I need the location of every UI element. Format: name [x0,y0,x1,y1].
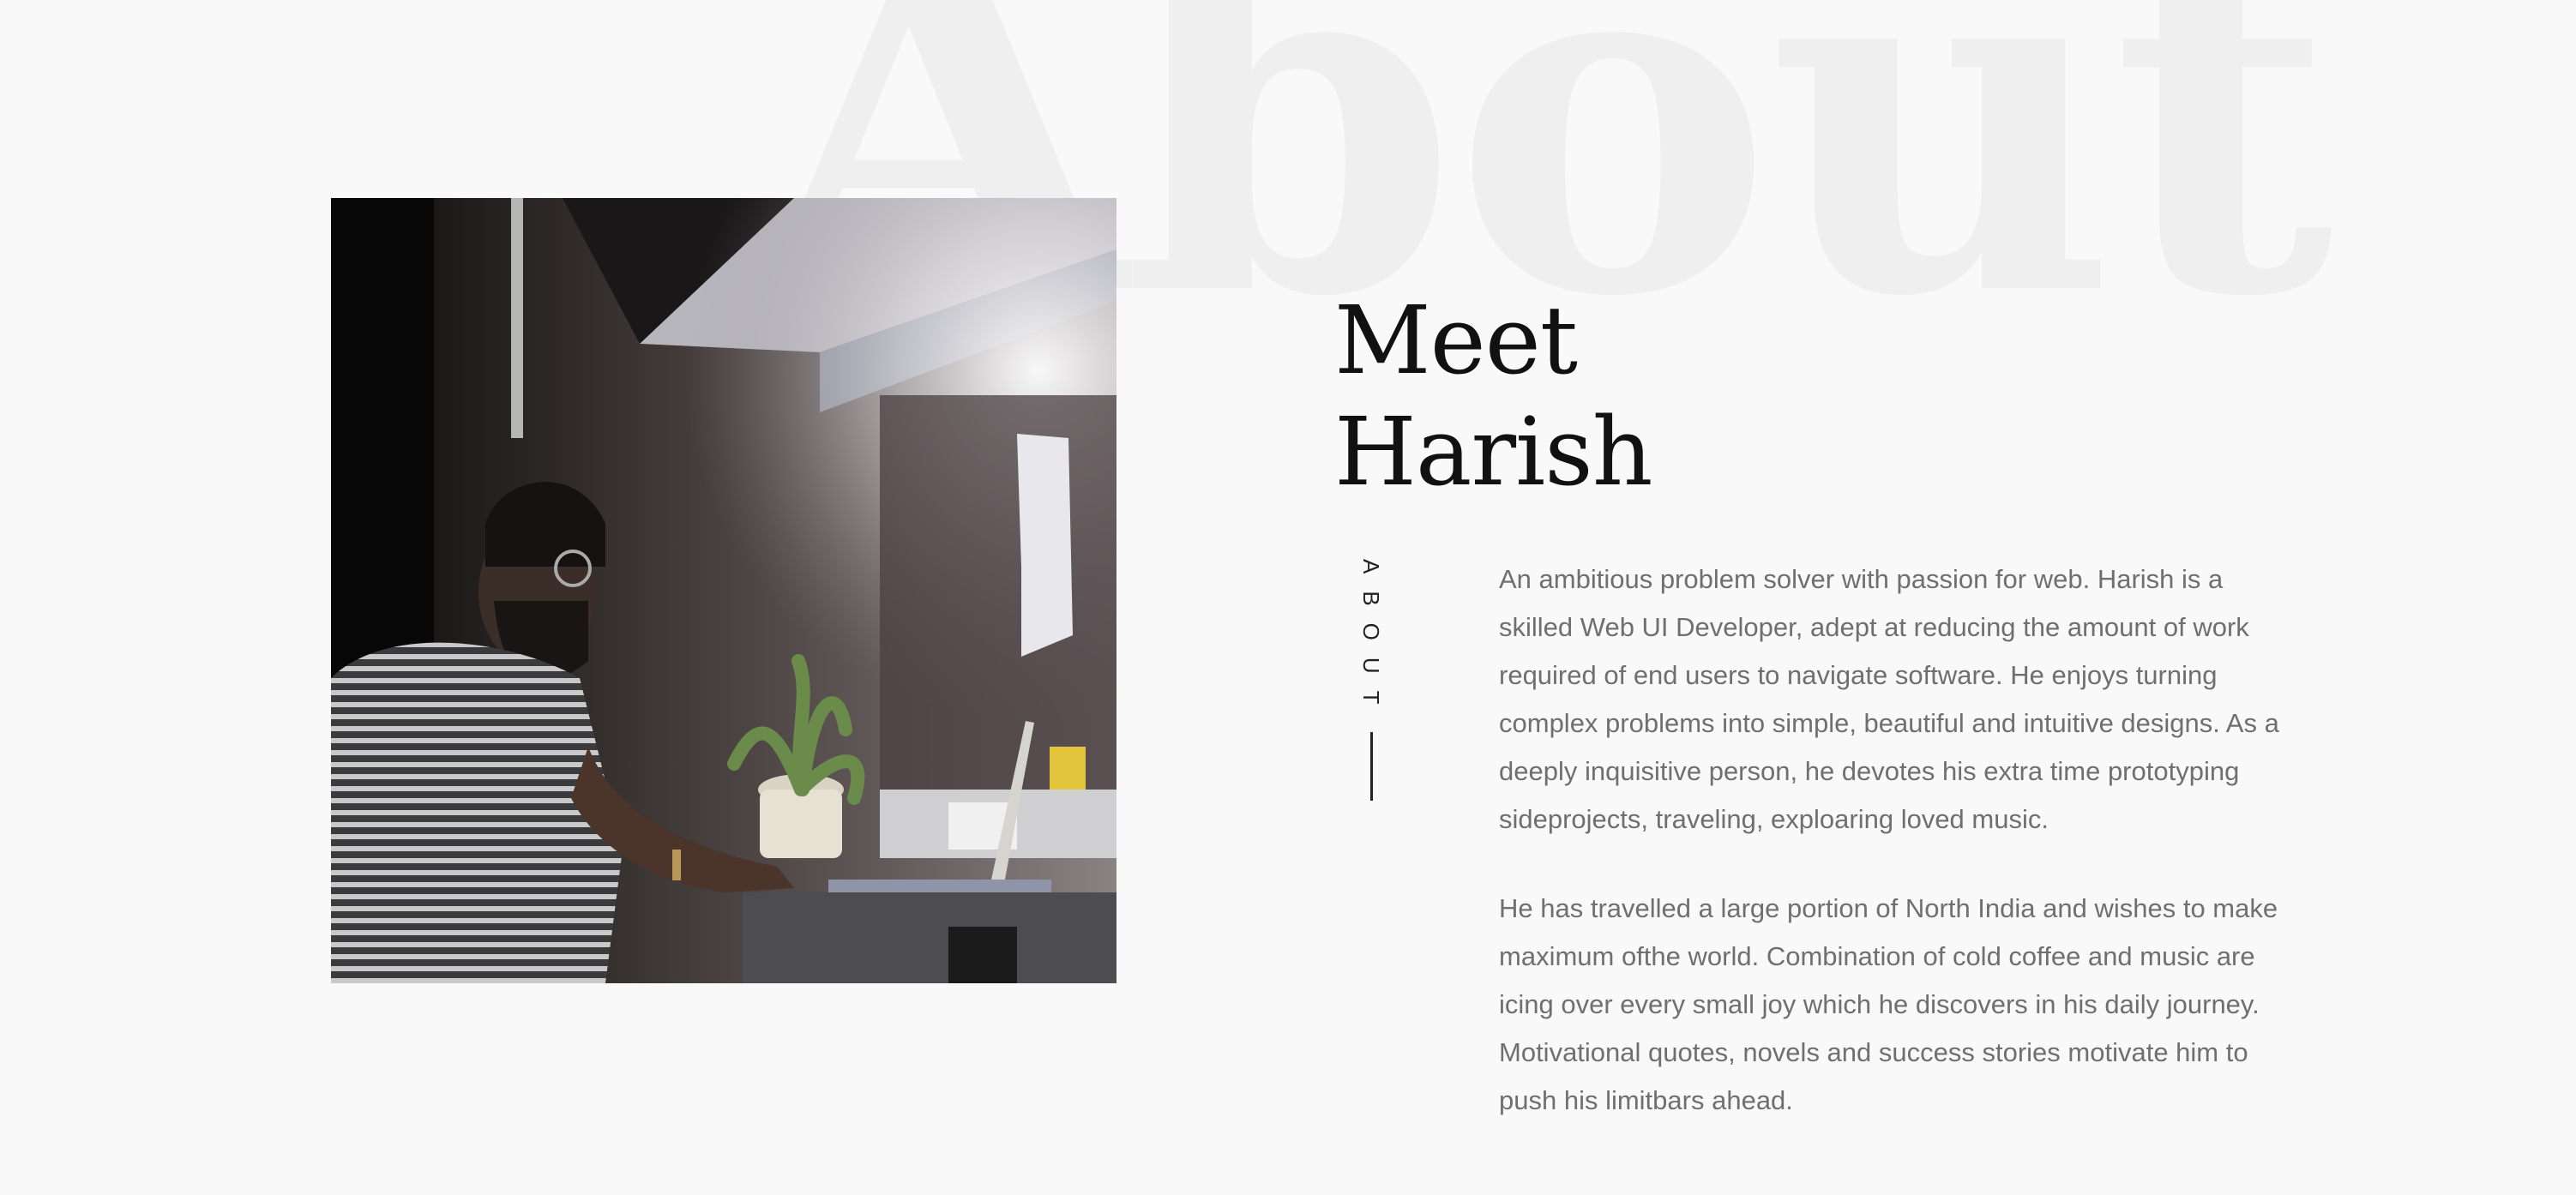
section-label-text: ABOUT [1358,559,1384,722]
profile-photo [331,198,1116,983]
page-title: Meet Harish [1334,285,1653,507]
bio-paragraph-2: He has travelled a large portion of Nort… [1499,893,2278,1115]
title-line-2: Harish [1334,397,1653,507]
photo-illustration [331,198,1116,983]
bio-paragraph-1: An ambitious problem solver with passion… [1499,564,2279,834]
title-line-1: Meet [1334,285,1578,395]
vertical-section-label: ABOUT [1353,559,1389,801]
bio-text-block: An ambitious problem solver with passion… [1499,555,2288,1166]
section-label-divider [1369,731,1373,801]
